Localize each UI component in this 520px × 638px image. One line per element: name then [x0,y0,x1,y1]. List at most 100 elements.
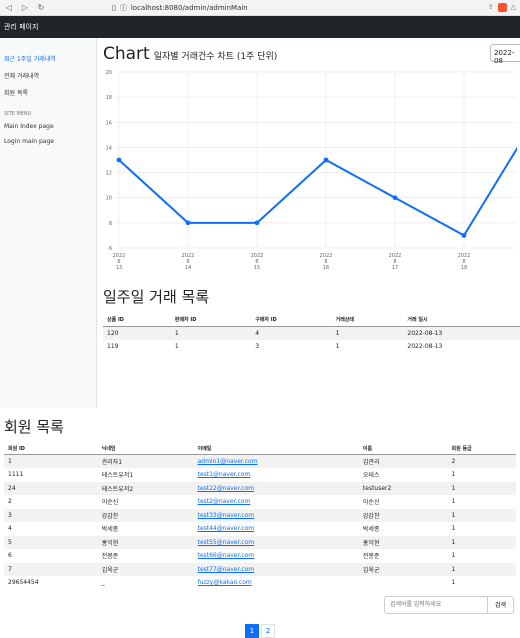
x-tick-label: 16 [323,265,329,271]
x-tick-label: 18 [461,265,467,271]
email-link[interactable]: test2@naver.com [198,498,251,505]
member-cell: test55@naver.com [193,535,359,549]
member-cell: _ [101,579,105,587]
member-cell: testuser2 [358,481,448,495]
member-row[interactable]: 7 김욱군 test77@naver.com 김욱군 1 [4,562,516,576]
member-section: 회원 목록 회원 ID 닉네임 이메일 이름 회원 등급 1 관리자1 admin1@nav… [0,416,520,638]
sidebar-item-all-transactions[interactable]: 전체 거래내역 [0,67,96,84]
browser-bar: ◁ ▷ ↻ ▯ ⓘ localhost:8080/admin/adminMain… [0,0,520,16]
transactions-table: 상품 ID 판매자 ID 구매자 ID 거래상태 거래 일시 120 1 4 1 2022-08… [103,313,520,353]
member-cell: 7 [4,562,98,576]
email-link[interactable]: admin1@naver.com [198,458,258,465]
member-cell: 2 [447,454,516,468]
series-line [118,146,517,237]
member-cell: 1 [451,498,456,506]
member-cell: test22@naver.com [193,481,359,495]
transaction-cell: 3 [255,343,260,350]
navbar-brand[interactable]: 관리 페이지 [4,22,38,32]
sidebar-item-weekly-transactions[interactable]: 최근 1주일 거래내역 [0,50,96,67]
email-link[interactable]: test77@naver.com [198,566,255,573]
extension-icons: ⇪ △ [488,3,516,12]
member-row[interactable]: 1 관리자1 admin1@naver.com 김관리 2 [4,454,516,468]
data-point [254,220,260,226]
member-row[interactable]: 6 전봉준 test66@naver.com 전봉준 1 [4,549,516,563]
member-cell: 김관리 [358,454,448,468]
member-header-cell: 회원 ID [4,443,98,455]
member-row[interactable]: 24 테스트유저2 test22@naver.com testuser2 1 [4,481,516,495]
member-search-input[interactable] [384,595,488,614]
member-header-cell: 닉네임 [97,443,194,455]
search-button[interactable]: 검색 [488,595,514,614]
transaction-header-cell: 거래상태 [331,313,404,327]
member-cell: 1 [447,481,516,495]
lock-icon: ⓘ [119,3,127,12]
member-cell: test66@naver.com [194,549,359,563]
page-button[interactable]: 2 [261,623,275,638]
chart-subtitle: 일자별 거래건수 차트 (1주 단위) [153,52,278,62]
member-cell: 1111 [8,471,24,479]
search-row: 검색 [4,595,516,614]
sidebar-item-login-main[interactable]: Login main page [0,134,96,149]
member-row[interactable]: 1111 테스트유저1 test1@naver.com 오테스 1 [4,468,516,482]
member-cell: 1 [447,508,516,522]
member-cell: 24 [4,481,98,495]
transaction-row[interactable]: 120 1 4 1 2022-08-13 [103,326,520,340]
chart-header: Chart 일자별 거래건수 차트 (1주 단위) [103,44,520,66]
members-table: 회원 ID 닉네임 이메일 이름 회원 등급 1 관리자1 admin1@naver.com… [4,443,516,590]
member-cell: 강감찬 [358,508,448,522]
address-bar[interactable]: ▯ ⓘ localhost:8080/admin/adminMain [112,3,482,13]
member-cell: test33@naver.com [193,508,359,522]
member-cell: 오테스 [362,472,380,480]
transactions-title: 일주일 거래 목록 [103,288,210,306]
y-tick-label: 6 [109,246,112,252]
member-cell: 전봉준 [362,553,380,561]
y-tick-label: 10 [106,196,112,202]
member-cell: 5 [4,535,98,549]
date-input[interactable]: 2022-08 [490,44,520,65]
share-icon[interactable]: ⇪ [488,3,494,12]
transaction-cell: 1 [331,326,404,340]
forward-icon[interactable]: ▷ [20,3,30,12]
member-cell: 1 [447,562,516,576]
member-cell: 1 [451,525,456,533]
member-row[interactable]: 3 강감찬 test33@naver.com 강감찬 1 [4,508,516,522]
transaction-row[interactable]: 119 1 3 1 2022-08-13 [103,340,520,353]
email-link[interactable]: test44@naver.com [198,525,255,532]
y-tick-label: 8 [109,221,112,227]
member-cell: 테스트유저2 [97,481,194,495]
back-icon[interactable]: ◁ [4,3,14,12]
member-cell: 29654454 [8,579,39,587]
member-row[interactable]: 29654454 _ fuzzy@kakao.com 1 [4,576,516,590]
member-row[interactable]: 5 홍익현 test55@naver.com 홍익현 1 [4,535,516,549]
y-tick-label: 18 [106,95,112,101]
member-header-cell: 회원 등급 [447,443,516,455]
bookmark-icon[interactable]: ▯ [112,4,116,12]
transaction-cell: 1 [170,326,252,340]
transaction-cell: 2022-08-13 [407,343,443,350]
email-link[interactable]: fuzzy@kakao.com [198,579,252,586]
brave-shield-icon[interactable] [497,3,507,12]
sidebar-item-main-index[interactable]: Main Index page [0,119,96,134]
member-row[interactable]: 2 이순신 test2@naver.com 이순신 1 [4,495,516,509]
member-cell: 이순신 [362,499,380,507]
sidebar-item-member-list[interactable]: 회원 목록 [0,84,96,101]
extension-icon[interactable]: △ [511,3,516,12]
email-link[interactable]: test1@naver.com [198,471,251,478]
transaction-cell: 1 [174,343,179,350]
email-link[interactable]: test33@naver.com [198,512,255,519]
member-row[interactable]: 4 박세종 test44@naver.com 박세종 1 [4,522,516,536]
member-cell: 3 [4,508,98,522]
y-tick-label: 20 [106,70,112,76]
data-point [323,157,329,163]
y-tick-label: 12 [106,171,112,177]
sidebar-heading: SITE MENU [4,111,32,117]
email-link[interactable]: test66@naver.com [198,552,255,559]
email-link[interactable]: test55@naver.com [198,539,255,546]
data-point [185,220,191,226]
pagination: 12 [4,623,516,638]
email-link[interactable]: test22@naver.com [198,485,255,492]
member-cell: 김욱군 [358,562,448,576]
reload-icon[interactable]: ↻ [36,3,46,12]
page-button[interactable]: 1 [245,623,259,638]
member-cell: 박세종 [362,526,380,534]
